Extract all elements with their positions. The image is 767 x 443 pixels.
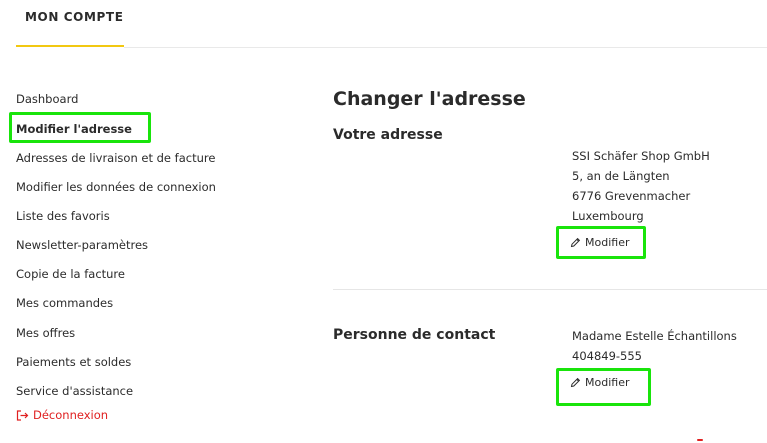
sidebar-item-paiements-soldes[interactable]: Paiements et soldes (16, 355, 131, 369)
sidebar-item-newsletter[interactable]: Newsletter-paramètres (16, 238, 148, 252)
edit-contact-label: Modifier (585, 376, 630, 389)
sidebar-item-copie-facture[interactable]: Copie de la facture (16, 267, 125, 281)
pencil-icon (570, 237, 581, 248)
edit-address-label: Modifier (585, 236, 630, 249)
logout-icon (16, 409, 29, 421)
account-page: MON COMPTE Dashboard Modifier l'adresse … (0, 0, 767, 443)
page-title: Changer l'adresse (333, 88, 526, 110)
contact-section-title: Personne de contact (333, 327, 496, 343)
sidebar-item-dashboard[interactable]: Dashboard (16, 92, 78, 106)
logout-link[interactable]: Déconnexion (16, 408, 108, 422)
tab-active-underline (16, 45, 124, 47)
edit-address-button[interactable]: Modifier (570, 236, 629, 249)
sidebar-item-service-assistance[interactable]: Service d'assistance (16, 384, 133, 398)
header-divider (124, 47, 767, 48)
sidebar-item-donnees-connexion[interactable]: Modifier les données de connexion (16, 180, 216, 194)
sidebar-item-mes-offres[interactable]: Mes offres (16, 326, 75, 340)
edit-contact-button[interactable]: Modifier (570, 376, 629, 389)
section-divider (333, 289, 767, 290)
sidebar-item-liste-favoris[interactable]: Liste des favoris (16, 209, 110, 223)
sidebar-item-mes-commandes[interactable]: Mes commandes (16, 296, 113, 310)
address-line-company: SSI Schäfer Shop GmbH (572, 149, 710, 163)
address-line-street: 5, an de Längten (572, 169, 670, 183)
address-line-country: Luxembourg (572, 209, 644, 223)
sidebar-item-modifier-adresse[interactable]: Modifier l'adresse (16, 122, 132, 136)
decorative-mark (697, 439, 703, 441)
contact-name: Madame Estelle Échantillons (572, 329, 737, 343)
tab-mon-compte[interactable]: MON COMPTE (25, 10, 124, 24)
contact-phone: 404849-555 (572, 349, 642, 363)
pencil-icon (570, 377, 581, 388)
logout-label: Déconnexion (33, 408, 109, 422)
address-section-title: Votre adresse (333, 127, 443, 143)
address-line-city: 6776 Grevenmacher (572, 189, 691, 203)
sidebar-item-adresses-livraison-facture[interactable]: Adresses de livraison et de facture (16, 151, 215, 165)
